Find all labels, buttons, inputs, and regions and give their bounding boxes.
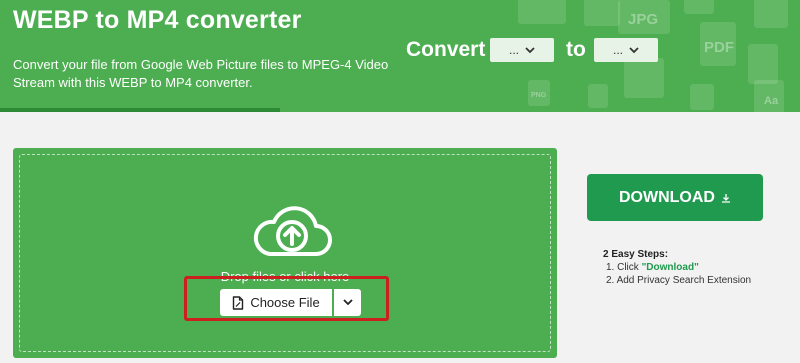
png-label: PNG (531, 92, 547, 99)
to-label: to (566, 38, 586, 61)
chevron-down-icon (342, 299, 353, 306)
aa-label: Aa (764, 95, 779, 107)
to-format-value: ... (612, 43, 623, 57)
header-banner: JPG PDF Aa PNG WEBP to MP4 converter Con… (0, 0, 800, 112)
convert-label: Convert (406, 38, 486, 61)
step-1-download-link[interactable]: "Download" (642, 262, 699, 273)
header-progress-bar (0, 108, 280, 112)
step-1: 1. Click "Download" (606, 262, 699, 273)
download-label: DOWNLOAD (619, 188, 715, 206)
step-1-prefix: 1. Click (606, 262, 642, 273)
jpg-label: JPG (628, 11, 658, 28)
page-subtitle: Convert your file from Google Web Pictur… (13, 57, 389, 90)
chevron-down-icon (629, 46, 639, 53)
choose-file-group: Choose File (220, 289, 361, 316)
choose-file-label: Choose File (250, 295, 320, 310)
page-title: WEBP to MP4 converter (13, 6, 302, 34)
download-icon (721, 193, 730, 203)
step-2: 2. Add Privacy Search Extension (606, 275, 752, 286)
drop-zone-border: Drop files or click here Choose File (19, 154, 551, 352)
drop-instructions: Drop files or click here (220, 269, 350, 284)
choose-file-dropdown-button[interactable] (334, 289, 361, 316)
download-button[interactable]: DOWNLOAD (587, 174, 763, 221)
to-format-select[interactable]: ... (594, 38, 658, 62)
file-drop-zone[interactable]: Drop files or click here Choose File (13, 148, 557, 358)
file-icon (233, 295, 244, 310)
steps-title: 2 Easy Steps: (603, 249, 669, 260)
from-format-select[interactable]: ... (490, 38, 554, 62)
pdf-label: PDF (704, 39, 734, 56)
choose-file-button[interactable]: Choose File (220, 289, 332, 316)
chevron-down-icon (525, 46, 535, 53)
from-format-value: ... (508, 43, 519, 57)
cloud-upload-icon (253, 206, 332, 256)
